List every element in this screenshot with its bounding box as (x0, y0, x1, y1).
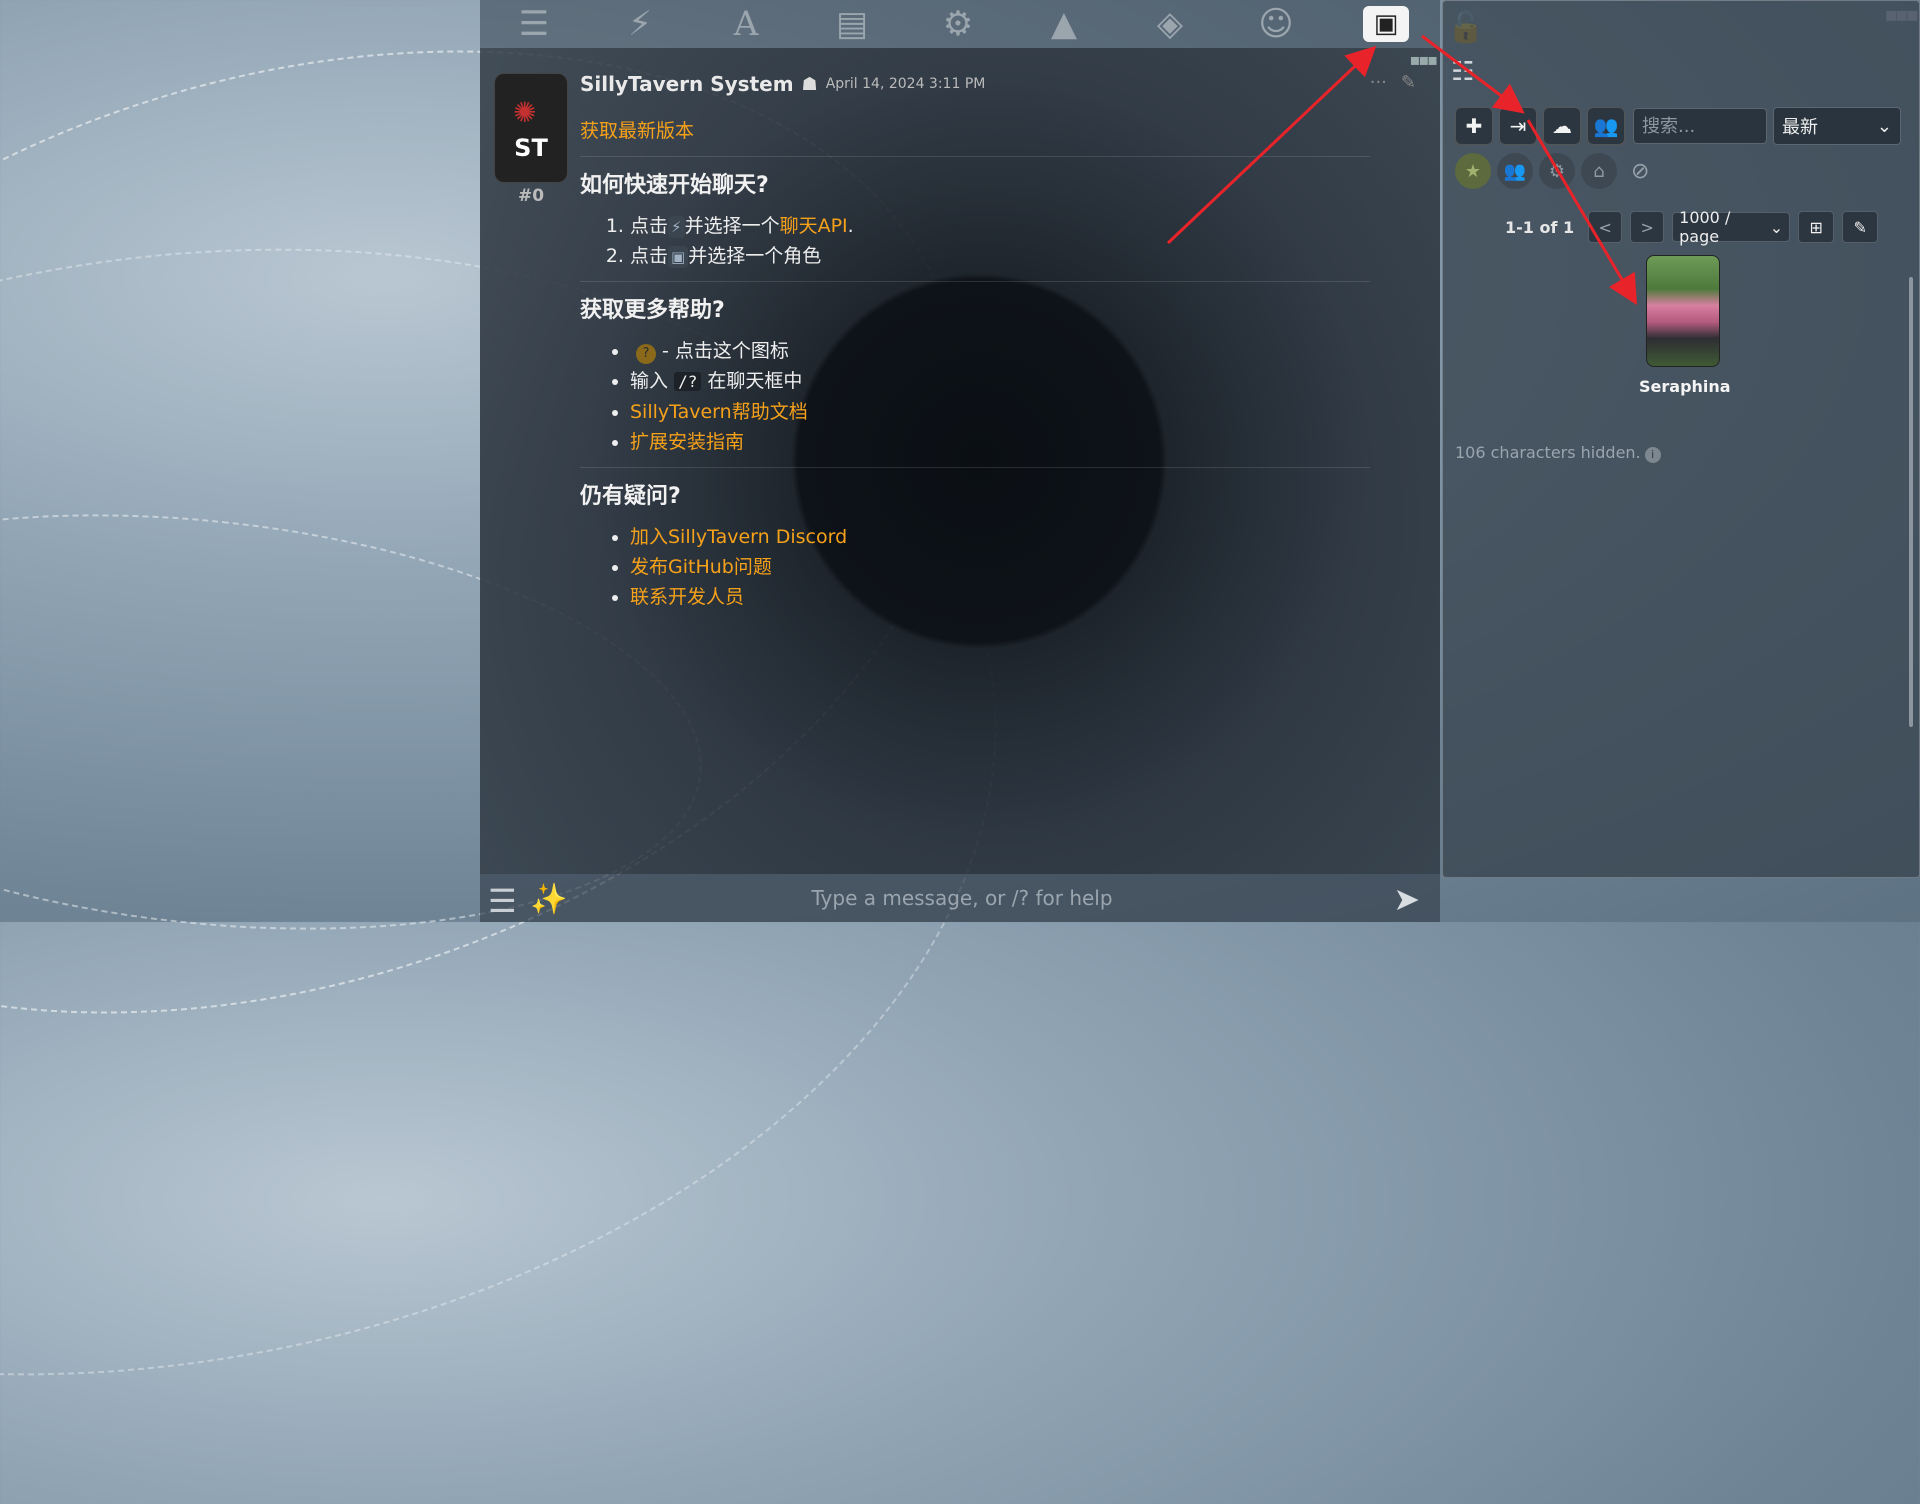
chat-api-link[interactable]: 聊天API (780, 215, 848, 237)
tags-filter-button[interactable]: ⌂ (1581, 153, 1617, 189)
sender-name: SillyTavern System (580, 72, 794, 96)
chat-panel: ▪▪▪ ✺ ST #0 SillyTavern System ☗ April 1… (480, 48, 1440, 874)
divider (580, 467, 1370, 468)
docs-link[interactable]: SillyTavern帮助文档 (630, 401, 808, 423)
user-gear-icon[interactable]: ⚙ (932, 4, 984, 44)
groups-filter-button[interactable]: 👥 (1497, 153, 1533, 189)
extensions-guide-link[interactable]: 扩展安装指南 (630, 431, 744, 453)
chevron-down-icon: ⌄ (1769, 217, 1784, 237)
message-input[interactable] (600, 880, 1324, 916)
cubes-icon[interactable]: ◈ (1144, 4, 1196, 44)
filter-clear-icon[interactable]: ⊘ (1631, 159, 1649, 184)
help-command: /? (674, 372, 702, 391)
scrollbar[interactable] (1909, 277, 1913, 727)
sort-select[interactable]: 最新 ⌄ (1773, 107, 1901, 145)
grid-icon[interactable]: ▪▪▪ (1409, 50, 1437, 69)
question-icon[interactable]: ? (636, 344, 656, 364)
smiley-icon[interactable]: ☺ (1250, 4, 1302, 44)
user-plus-icon: ✚ (1465, 114, 1483, 138)
gear-icon: ⚙ (1548, 160, 1566, 182)
list-item: 点击⚡并选择一个聊天API. (630, 211, 1370, 241)
list-item: 联系开发人员 (630, 582, 1370, 612)
message-input-bar: ☰ ✨ ➤ (480, 874, 1440, 922)
avatar[interactable]: ✺ ST (494, 73, 568, 183)
message-index: #0 (518, 186, 545, 206)
download-character-button[interactable]: ☁ (1543, 107, 1581, 145)
help-heading: 获取更多帮助? (580, 298, 725, 323)
edit-icon: ✎ (1853, 217, 1867, 237)
message-header: SillyTavern System ☗ April 14, 2024 3:11… (580, 72, 985, 96)
message-tools: ··· ✎ (1370, 72, 1416, 93)
character-toolbar: ✚ ⇥ ☁ 👥 最新 ⌄ (1455, 107, 1901, 145)
plug-icon: ⚡ (668, 215, 685, 238)
pagination: 1-1 of 1 < > 1000 / page ⌄ ⊞ ✎ (1505, 208, 1879, 246)
grid-icon: ⊞ (1809, 217, 1823, 237)
font-icon[interactable]: A (720, 4, 772, 44)
list-item: ?- 点击这个图标 (630, 336, 1370, 366)
ghost-icon: ☗ (801, 73, 818, 95)
image-icon[interactable]: ▲ (1038, 4, 1090, 44)
character-card-icon: ▣ (668, 245, 689, 268)
contact-dev-link[interactable]: 联系开发人员 (630, 586, 744, 608)
character-name: Seraphina (1639, 377, 1731, 396)
github-issue-link[interactable]: 发布GitHub问题 (630, 556, 772, 578)
list-item: 发布GitHub问题 (630, 552, 1370, 582)
list-item: 加入SillyTavern Discord (630, 522, 1370, 552)
magic-wand-icon[interactable]: ✨ (530, 882, 567, 917)
character-panel: ☷ ✚ ⇥ ☁ 👥 最新 ⌄ ★ 👥 ⚙ ⌂ ⊘ 1-1 of 1 < > 10… (1442, 0, 1920, 878)
bulk-edit-button[interactable]: ✎ (1842, 211, 1879, 243)
users-icon: 👥 (1593, 114, 1619, 138)
list-item: 点击▣并选择一个角色 (630, 241, 1370, 271)
per-page-select[interactable]: 1000 / page ⌄ (1672, 208, 1791, 246)
top-navigation-bar: ☰ ⚡ A ▤ ⚙ ▲ ◈ ☺ ▣ (480, 0, 1440, 48)
prev-page-button[interactable]: < (1588, 211, 1623, 243)
questions-heading: 仍有疑问? (580, 484, 681, 509)
more-options-icon[interactable]: ··· (1370, 72, 1387, 93)
create-group-button[interactable]: 👥 (1587, 107, 1625, 145)
quickstart-heading: 如何快速开始聊天? (580, 173, 769, 198)
list-item: 输入 /? 在聊天框中 (630, 366, 1370, 397)
import-character-button[interactable]: ⇥ (1499, 107, 1537, 145)
discord-link[interactable]: 加入SillyTavern Discord (630, 526, 847, 548)
list-item: SillyTavern帮助文档 (630, 397, 1370, 427)
filter-bar: ★ 👥 ⚙ ⌂ ⊘ (1455, 153, 1649, 189)
star-icon: ★ (1464, 160, 1482, 182)
sliders-icon[interactable]: ☰ (508, 4, 560, 44)
book-icon[interactable]: ▤ (826, 4, 878, 44)
latest-version-link[interactable]: 获取最新版本 (580, 120, 694, 142)
list-icon[interactable]: ☷ (1451, 57, 1474, 87)
info-icon[interactable]: i (1644, 447, 1661, 463)
quickstart-list: 点击⚡并选择一个聊天API. 点击▣并选择一个角色 (580, 211, 1370, 271)
help-list: ?- 点击这个图标 输入 /? 在聊天框中 SillyTavern帮助文档 扩展… (580, 336, 1370, 457)
avatar-text: ST (514, 134, 548, 162)
next-page-button[interactable]: > (1630, 211, 1665, 243)
questions-list: 加入SillyTavern Discord 发布GitHub问题 联系开发人员 (580, 522, 1370, 612)
character-avatar (1646, 255, 1720, 367)
cloud-download-icon: ☁ (1552, 114, 1572, 138)
file-import-icon: ⇥ (1509, 114, 1527, 138)
character-card[interactable]: Seraphina (1639, 255, 1731, 396)
list-item: 扩展安装指南 (630, 427, 1370, 457)
plug-icon[interactable]: ⚡ (614, 4, 666, 44)
page-info: 1-1 of 1 (1505, 217, 1575, 237)
favorites-filter-button[interactable]: ★ (1455, 153, 1491, 189)
chevron-down-icon: ⌄ (1876, 115, 1892, 137)
grid-view-button[interactable]: ⊞ (1798, 211, 1835, 243)
message-body: 获取最新版本 如何快速开始聊天? 点击⚡并选择一个聊天API. 点击▣并选择一个… (580, 116, 1370, 612)
hamburger-menu-icon[interactable]: ☰ (488, 882, 517, 920)
brain-icon: ✺ (513, 96, 537, 129)
send-icon[interactable]: ➤ (1393, 880, 1420, 918)
divider (580, 281, 1370, 282)
character-card-button[interactable]: ▣ (1360, 4, 1412, 44)
settings-filter-button[interactable]: ⚙ (1539, 153, 1575, 189)
timestamp: April 14, 2024 3:11 PM (825, 76, 986, 92)
divider (580, 156, 1370, 157)
tags-icon: ⌂ (1593, 160, 1605, 182)
add-character-button[interactable]: ✚ (1455, 107, 1493, 145)
users-icon: 👥 (1503, 160, 1527, 182)
edit-pencil-icon[interactable]: ✎ (1401, 72, 1416, 93)
character-card-icon: ▣ (1363, 6, 1409, 42)
hidden-characters-note: 106 characters hidden. i (1455, 443, 1661, 463)
search-input[interactable] (1633, 108, 1767, 144)
